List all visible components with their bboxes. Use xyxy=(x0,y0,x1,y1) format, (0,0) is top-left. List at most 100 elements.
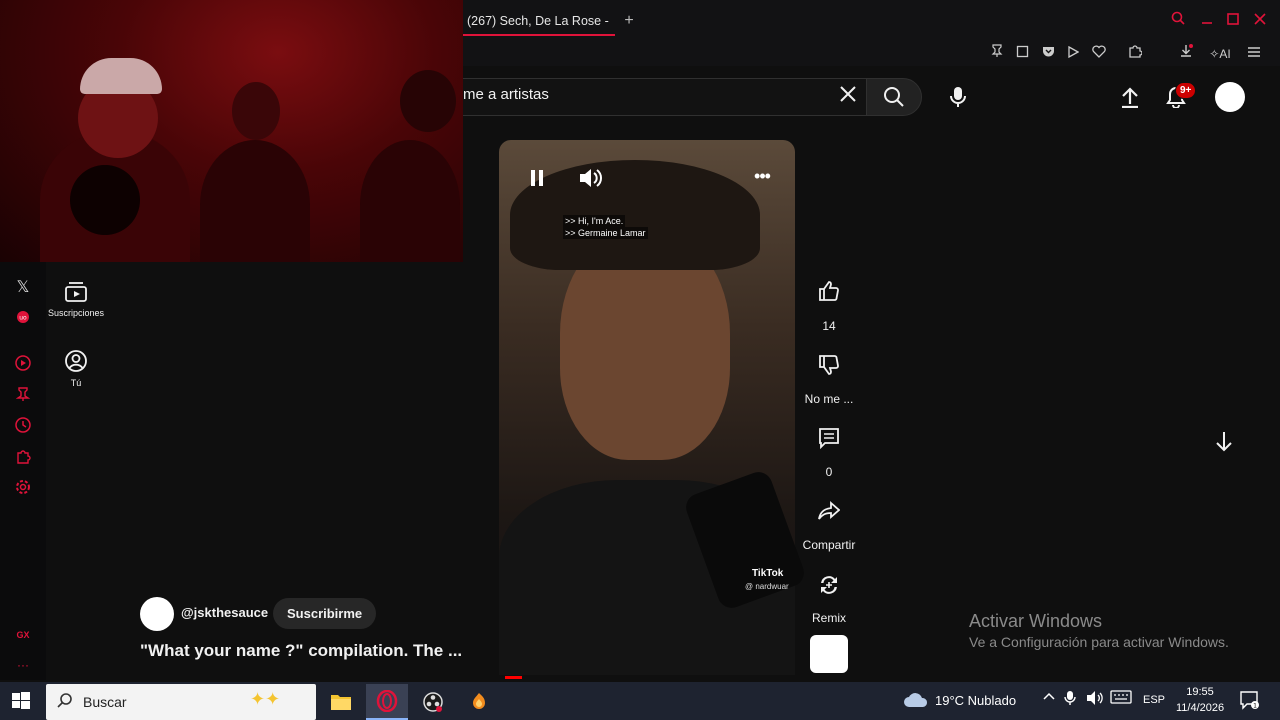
like-count: 14 xyxy=(822,319,836,333)
dislike-button[interactable] xyxy=(800,354,858,376)
pin-icon[interactable] xyxy=(12,383,34,405)
input-language[interactable]: ESP xyxy=(1143,694,1165,706)
search-icon xyxy=(56,692,74,710)
channel-handle[interactable]: @jskthesauce xyxy=(181,605,268,620)
activation-watermark-title: Activar Windows xyxy=(969,611,1103,631)
clock-date[interactable]: 11/4/2026 xyxy=(1176,702,1224,714)
ublock-icon[interactable]: uo xyxy=(12,306,34,328)
start-button[interactable] xyxy=(10,690,34,712)
ai-button[interactable]: ✧AI xyxy=(1205,44,1235,64)
extensions-icon[interactable] xyxy=(1125,44,1145,64)
remix-label: Remix xyxy=(811,611,846,625)
search-input[interactable]: me a artistas xyxy=(463,86,549,103)
download-icon[interactable] xyxy=(1176,44,1196,64)
ai-label: AI xyxy=(1219,47,1231,61)
upload-button[interactable] xyxy=(1115,82,1145,112)
upload-icon xyxy=(1122,87,1138,108)
taskbar-obs[interactable] xyxy=(412,684,454,720)
browser-tab[interactable]: (267) Sech, De La Rose - xyxy=(463,8,615,36)
arrow-down-icon xyxy=(1216,432,1232,452)
weather-text[interactable]: 19°C Nublado xyxy=(935,693,1016,708)
comment-count: 0 xyxy=(825,465,833,479)
remix-button[interactable] xyxy=(800,573,858,597)
ai-sparkle-icon: ✧ xyxy=(1209,47,1220,61)
cloud-icon[interactable] xyxy=(903,691,929,709)
history-icon[interactable] xyxy=(12,414,34,436)
browser-toolbar xyxy=(463,42,1280,66)
short-title[interactable]: "What your name ?" compilation. The ... xyxy=(140,641,462,661)
pocket-icon[interactable] xyxy=(1038,44,1058,64)
keyboard-icon[interactable] xyxy=(1110,690,1132,707)
guide-item-label: Suscripciones xyxy=(47,308,105,318)
notification-center-icon[interactable]: 1 xyxy=(1239,690,1261,710)
next-short-button[interactable] xyxy=(1210,428,1238,456)
share-label: Compartir xyxy=(802,538,856,552)
taskbar-fl-studio[interactable] xyxy=(458,684,500,720)
thumbs-up-icon xyxy=(819,281,839,301)
search-button[interactable] xyxy=(866,78,922,116)
pause-button[interactable] xyxy=(524,165,550,191)
fl-studio-icon xyxy=(473,693,485,709)
like-button[interactable] xyxy=(800,280,858,302)
video-caption-line: >> Germaine Lamar xyxy=(563,227,648,239)
chevron-up-icon[interactable] xyxy=(1042,690,1056,707)
voice-search-button[interactable] xyxy=(940,79,976,115)
taskbar-search-placeholder[interactable]: Buscar xyxy=(83,694,127,710)
more-options-icon[interactable]: ••• xyxy=(748,165,776,191)
search-icon xyxy=(884,87,904,107)
taskbar-file-explorer[interactable] xyxy=(320,684,362,720)
play-icon[interactable] xyxy=(1063,44,1083,64)
microphone-icon xyxy=(950,87,966,107)
minimize-button[interactable] xyxy=(1196,10,1218,32)
channel-avatar[interactable] xyxy=(140,597,174,631)
microphone-icon[interactable] xyxy=(1064,690,1076,709)
speaker-icon[interactable] xyxy=(1086,690,1104,709)
share-icon xyxy=(818,501,840,520)
more-icon[interactable]: ··· xyxy=(12,654,34,676)
obs-icon xyxy=(423,692,443,712)
pin-icon[interactable] xyxy=(987,44,1007,64)
account-avatar[interactable] xyxy=(1215,82,1245,112)
gx-label[interactable]: GX xyxy=(12,624,34,646)
new-tab-button[interactable]: + xyxy=(620,12,638,30)
opera-gx-icon xyxy=(376,690,398,712)
search-tabs-icon[interactable] xyxy=(1167,10,1189,32)
guide-item-subscriptions[interactable]: Suscripciones xyxy=(46,282,106,318)
thumbs-down-icon xyxy=(819,355,839,375)
webcam-overlay xyxy=(0,0,463,262)
guide-item-you[interactable]: Tú xyxy=(46,350,106,388)
taskbar-opera-gx[interactable] xyxy=(366,684,408,720)
share-button[interactable] xyxy=(800,500,858,522)
you-icon xyxy=(65,350,87,372)
dislike-label: No me ... xyxy=(804,392,854,406)
x-twitter-icon[interactable]: 𝕏 xyxy=(12,276,34,298)
subscriptions-icon xyxy=(65,282,87,302)
remix-icon xyxy=(821,576,837,594)
comments-button[interactable] xyxy=(800,427,858,449)
subscribe-button[interactable]: Suscribirme xyxy=(273,598,377,629)
sound-thumbnail[interactable] xyxy=(810,635,848,673)
snapshot-icon[interactable] xyxy=(1012,44,1032,64)
extensions-icon[interactable] xyxy=(12,445,34,467)
tiktok-watermark-user: @ nardwuar xyxy=(745,582,789,591)
volume-button[interactable] xyxy=(576,165,604,191)
svg-text:1: 1 xyxy=(1253,703,1257,710)
close-window-button[interactable] xyxy=(1249,10,1271,32)
clock-time[interactable]: 19:55 xyxy=(1176,686,1224,698)
clear-search-icon[interactable] xyxy=(836,84,860,108)
volume-icon xyxy=(580,169,602,187)
settings-icon[interactable] xyxy=(12,476,34,498)
menu-icon[interactable] xyxy=(1244,44,1264,64)
windows-logo-icon xyxy=(12,692,30,709)
comment-icon xyxy=(819,428,839,449)
svg-text:uo: uo xyxy=(19,315,27,322)
notification-badge: 9+ xyxy=(1175,82,1197,99)
heart-icon[interactable] xyxy=(1089,44,1109,64)
guide-item-label: Tú xyxy=(70,378,82,388)
maximize-button[interactable] xyxy=(1222,10,1244,32)
activation-watermark-subtitle: Ve a Configuración para activar Windows. xyxy=(969,634,1229,650)
video-caption-line: >> Hi, I'm Ace. xyxy=(563,215,626,227)
player-icon[interactable] xyxy=(12,352,34,374)
video-progress-bar[interactable] xyxy=(505,676,522,679)
search-highlight-icon: ✦✦ xyxy=(250,689,281,709)
